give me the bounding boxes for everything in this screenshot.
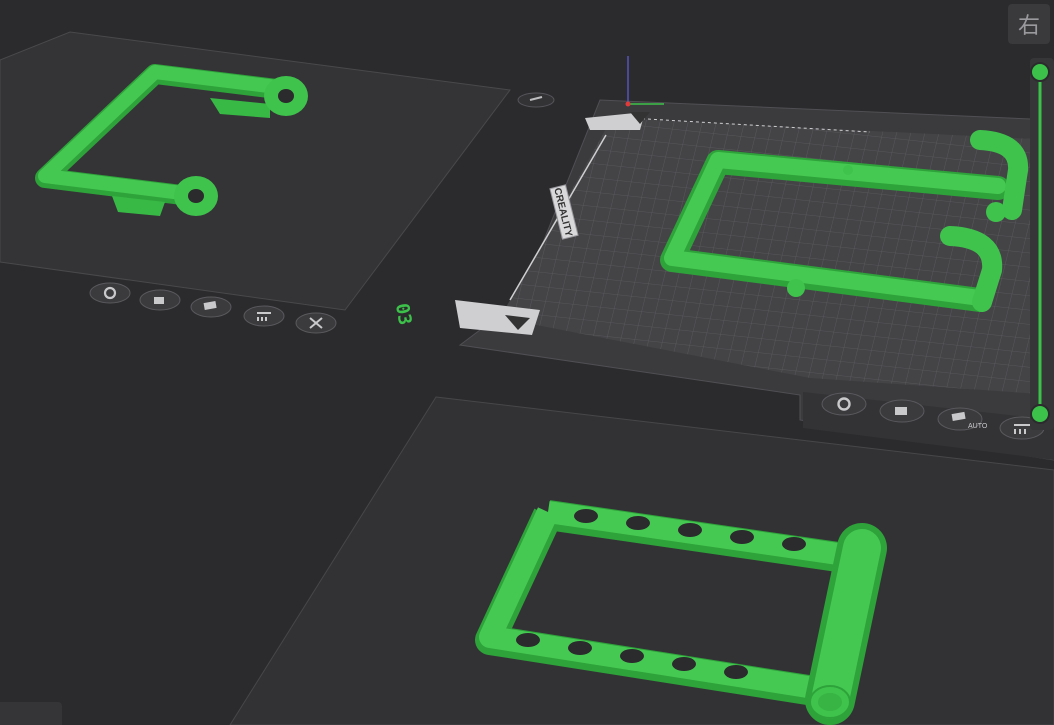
layer-slider-top-handle[interactable]	[1030, 62, 1050, 82]
rename-icon[interactable]	[517, 92, 555, 108]
auto-arrange-icon[interactable]	[190, 296, 232, 318]
plate-top-left[interactable]	[0, 31, 555, 334]
axis-indicator	[625, 56, 664, 107]
plate-index-label: 03	[391, 302, 415, 327]
svg-text:AUTO: AUTO	[968, 423, 988, 430]
close-icon[interactable]	[295, 312, 337, 334]
gear-icon[interactable]	[821, 392, 867, 416]
right-view-button[interactable]: 右	[1008, 4, 1050, 44]
plate-settings-icon[interactable]	[243, 305, 285, 327]
bottom-left-panel	[0, 702, 62, 725]
lock-icon[interactable]	[879, 399, 925, 423]
3d-viewport[interactable]: 03 CREALITY AUTO	[0, 0, 1054, 725]
plate-bottom[interactable]	[229, 396, 1054, 725]
lock-icon[interactable]	[139, 289, 181, 311]
plate-main[interactable]: CREALITY AUTO	[455, 56, 1054, 461]
layer-slider[interactable]	[1030, 58, 1054, 430]
layer-slider-bottom-handle[interactable]	[1030, 404, 1050, 424]
gear-icon[interactable]	[89, 282, 131, 304]
